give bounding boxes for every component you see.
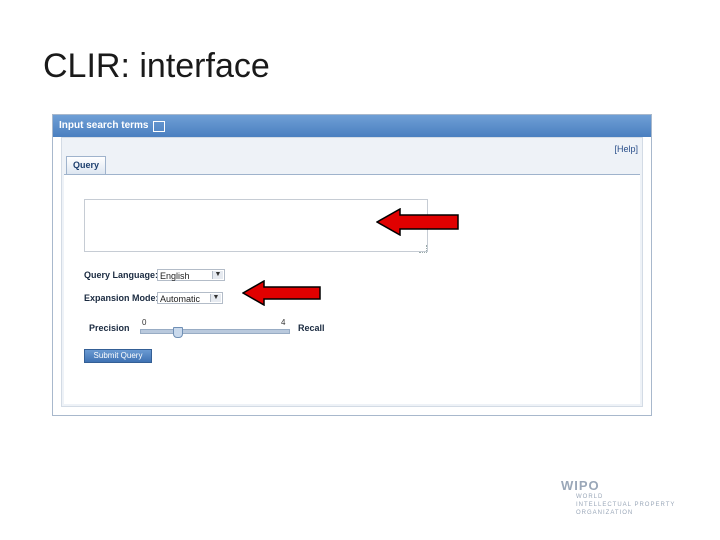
external-link-icon[interactable] (153, 120, 166, 132)
chevron-down-icon[interactable]: ▼ (210, 294, 221, 302)
search-panel: Input search terms [Help] Query Query La… (52, 114, 652, 416)
help-link[interactable]: [Help] (614, 144, 638, 154)
annotation-arrow-query-box (376, 208, 459, 236)
wipo-logo: WIPO WORLD INTELLECTUAL PROPERTY ORGANIZ… (561, 478, 675, 517)
slider-max-label: 4 (281, 318, 286, 327)
chevron-down-icon[interactable]: ▼ (212, 271, 223, 279)
expansion-mode-label: Expansion Mode: (84, 293, 159, 303)
slider-thumb[interactable] (173, 327, 183, 338)
tab-query[interactable]: Query (66, 156, 107, 174)
expansion-mode-select[interactable]: Automatic ▼ (157, 292, 223, 304)
precision-label: Precision (89, 323, 130, 333)
wipo-logo-line3: ORGANIZATION (576, 510, 634, 516)
panel-header-title: Input search terms (59, 120, 149, 131)
expansion-mode-value: Automatic (160, 294, 201, 304)
slider-min-label: 0 (142, 318, 147, 327)
annotation-arrow-query-language (242, 280, 321, 306)
precision-recall-slider[interactable] (140, 329, 290, 334)
panel-header: Input search terms (53, 115, 651, 137)
tab-bar: Query (64, 156, 640, 175)
wipo-logo-line2: INTELLECTUAL PROPERTY (576, 502, 676, 508)
resize-grip-icon[interactable] (419, 245, 427, 253)
query-language-select[interactable]: English ▼ (157, 269, 225, 281)
slide-title: CLIR: interface (43, 47, 270, 85)
query-language-label: Query Language: (84, 270, 159, 280)
submit-query-button[interactable]: Submit Query (84, 349, 152, 363)
panel-body: [Help] Query Query Language: English ▼ E… (61, 137, 643, 407)
recall-label: Recall (298, 323, 325, 333)
wipo-logo-name: WIPO (561, 478, 600, 493)
wipo-logo-line1: WORLD (576, 494, 604, 500)
query-tab-content: Query Language: English ▼ Expansion Mode… (64, 175, 640, 404)
query-language-value: English (160, 271, 190, 281)
